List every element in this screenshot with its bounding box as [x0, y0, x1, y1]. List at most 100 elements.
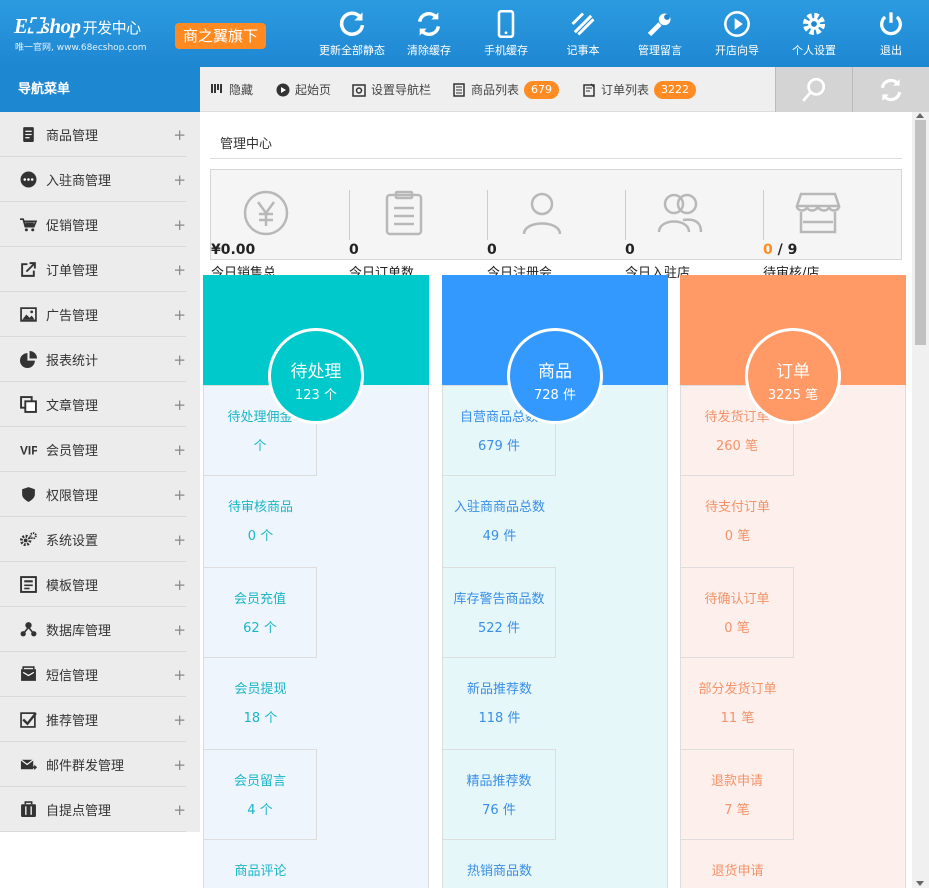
cell-new-recommend[interactable]: 新品推荐数 118 件 [443, 658, 556, 749]
clipboard-icon [385, 190, 423, 236]
wrench-icon [647, 13, 671, 37]
sidebar-item-goods[interactable]: 商品管理 + [0, 112, 186, 157]
expand-icon[interactable]: + [173, 711, 186, 729]
database-icon [18, 620, 38, 638]
brand-flag[interactable]: 商之翼旗下 [175, 23, 267, 49]
manage-messages-button[interactable]: 管理留言 [620, 0, 700, 67]
stat-today-registrations[interactable]: 0 今日注册会 [487, 170, 625, 281]
vertical-scrollbar[interactable] [912, 112, 929, 888]
scroll-thumb[interactable] [915, 120, 926, 345]
sidebar-item-recommend[interactable]: 推荐管理 + [0, 697, 186, 742]
sidebar-item-merchants[interactable]: 入驻商管理 + [0, 157, 186, 202]
logo[interactable]: E⛶shop 开发中心 [14, 14, 141, 39]
cell-member-withdraw[interactable]: 会员提现 18 个 [204, 658, 317, 749]
sidebar-item-sms[interactable]: 短信管理 + [0, 652, 186, 697]
cell-merchant-goods[interactable]: 入驻商商品总数 49 件 [443, 476, 556, 567]
expand-icon[interactable]: + [173, 441, 186, 459]
expand-icon[interactable]: + [173, 621, 186, 639]
sidebar-item-permissions[interactable]: 权限管理 + [0, 472, 186, 517]
goods-summary-circle[interactable]: 商品 728 件 [507, 328, 603, 424]
expand-icon[interactable]: + [173, 486, 186, 504]
sidebar-item-system-settings[interactable]: 系统设置 + [0, 517, 186, 562]
personal-settings-button[interactable]: 个人设置 [774, 0, 854, 67]
goods-list-button[interactable]: 商品列表 679 [452, 67, 560, 112]
stat-pending-shops[interactable]: 0 / 9 待审核/店 [763, 170, 901, 281]
notepad-button[interactable]: 记事本 [543, 0, 623, 67]
stat-today-orders[interactable]: 0 今日订单数 [349, 170, 487, 281]
toolbar: 隐藏 起始页 设置导航栏 商品列表 679 订单列表 3222 [200, 67, 929, 112]
stat-today-shops[interactable]: 0 今日入驻店 [625, 170, 763, 281]
main-content: 管理中心 ¥0.00 今日销售总 0 今日订单数 0 今日注册会 0 今日入驻店 [200, 112, 912, 888]
update-static-button[interactable]: 更新全部静态 [312, 0, 392, 67]
expand-icon[interactable]: + [173, 126, 186, 144]
pending-summary-circle[interactable]: 待处理 123 个 [268, 328, 364, 424]
order-list-button[interactable]: 订单列表 3222 [582, 67, 697, 112]
divider [487, 190, 488, 240]
logout-button[interactable]: 退出 [851, 0, 929, 67]
settings-icon [352, 83, 366, 97]
cell-goods-comments[interactable]: 商品评论 [204, 840, 317, 888]
cell-stock-warning[interactable]: 库存警告商品数 522 件 [443, 567, 556, 658]
clear-cache-button[interactable]: 清除缓存 [389, 0, 469, 67]
expand-icon[interactable]: + [173, 666, 186, 684]
cell-member-messages[interactable]: 会员留言 4 个 [204, 749, 317, 840]
svg-text:VIP: VIP [20, 443, 37, 457]
sidebar-item-database[interactable]: 数据库管理 + [0, 607, 186, 652]
expand-icon[interactable]: + [173, 261, 186, 279]
scroll-down-arrow[interactable] [916, 881, 924, 886]
expand-icon[interactable]: + [173, 756, 186, 774]
expand-icon[interactable]: + [173, 171, 186, 189]
cell-partial-ship[interactable]: 部分发货订单 11 笔 [681, 658, 794, 749]
expand-icon[interactable]: + [173, 396, 186, 414]
hide-sidebar-button[interactable]: 隐藏 [210, 67, 253, 112]
notepad-icon [571, 12, 595, 36]
expand-icon[interactable]: + [173, 306, 186, 324]
expand-icon[interactable]: + [173, 351, 186, 369]
image-icon [18, 305, 38, 323]
user-icon [522, 192, 562, 235]
goods-column: 自营商品总数 679 件 入驻商商品总数 49 件 库存警告商品数 522 件 新品推… [442, 275, 668, 888]
orders-body: 待发货订单 260 笔 待支付订单 0 笔 待确认订单 0 笔 部分发货订单 11 笔 … [680, 385, 906, 888]
sidebar-item-articles[interactable]: 文章管理 + [0, 382, 186, 427]
cell-pending-goods-review[interactable]: 待审核商品 0 个 [204, 476, 317, 567]
shop-wizard-button[interactable]: 开店向导 [697, 0, 777, 67]
sidebar-item-templates[interactable]: 模板管理 + [0, 562, 186, 607]
top-header: E⛶shop 开发中心 唯一官网, www.68ecshop.com 商之翼旗下 … [0, 0, 929, 67]
sidebar-item-orders[interactable]: 订单管理 + [0, 247, 186, 292]
sidebar-item-ads[interactable]: 广告管理 + [0, 292, 186, 337]
refresh-button[interactable] [852, 67, 929, 112]
template-icon [18, 575, 38, 593]
cell-return-request[interactable]: 退货申请 [681, 840, 794, 888]
gear-icon [802, 12, 826, 36]
play-icon [724, 11, 750, 37]
pickup-icon [18, 800, 38, 818]
sidebar-item-pickup[interactable]: 自提点管理 + [0, 787, 186, 832]
cell-best-recommend[interactable]: 精品推荐数 76 件 [443, 749, 556, 840]
sidebar-item-promotion[interactable]: 促销管理 + [0, 202, 186, 247]
copy-icon [18, 395, 38, 413]
cell-hot-goods[interactable]: 热销商品数 [443, 840, 556, 888]
refresh-icon [880, 78, 902, 101]
orders-summary-circle[interactable]: 订单 3225 笔 [745, 328, 841, 424]
cell-refund-request[interactable]: 退款申请 7 笔 [681, 749, 794, 840]
sidebar-item-mass-mail[interactable]: 邮件群发管理 + [0, 742, 186, 787]
expand-icon[interactable]: + [173, 216, 186, 234]
cell-pending-pay[interactable]: 待支付订单 0 笔 [681, 476, 794, 567]
pending-body: 待处理佣金个 待审核商品 0 个 会员充值 62 个 会员提现 18 个 会员留言 4 … [203, 385, 429, 888]
stat-today-sales[interactable]: ¥0.00 今日销售总 [211, 170, 349, 281]
sidebar-item-members[interactable]: VIP会员管理+ [0, 427, 186, 472]
sidebar-item-reports[interactable]: 报表统计 + [0, 337, 186, 382]
search-button[interactable] [775, 67, 852, 112]
expand-icon[interactable]: + [173, 801, 186, 819]
check-icon [18, 710, 38, 728]
expand-icon[interactable]: + [173, 531, 186, 549]
gears-icon [18, 530, 38, 548]
cell-pending-confirm[interactable]: 待确认订单 0 笔 [681, 567, 794, 658]
mobile-cache-button[interactable]: 手机缓存 [466, 0, 546, 67]
refresh-icon [339, 11, 365, 36]
set-nav-button[interactable]: 设置导航栏 [352, 67, 431, 112]
expand-icon[interactable]: + [173, 576, 186, 594]
scroll-up-arrow[interactable] [916, 113, 924, 118]
cell-member-recharge[interactable]: 会员充值 62 个 [204, 567, 317, 658]
home-page-button[interactable]: 起始页 [276, 67, 331, 112]
